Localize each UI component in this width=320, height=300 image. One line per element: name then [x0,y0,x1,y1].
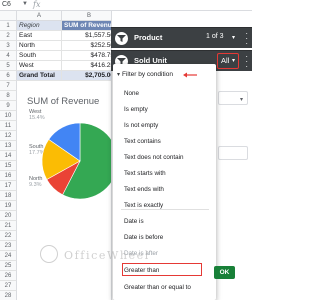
row-header[interactable]: 6 [0,71,17,81]
filter-status[interactable]: All [221,56,229,65]
filter-icon [115,32,128,45]
row-header[interactable]: 11 [0,121,17,131]
pie-chart-canvas [41,122,117,200]
row-header[interactable]: 10 [0,111,17,121]
condition-option[interactable]: Text ends with [124,186,164,193]
cell-region[interactable]: South [17,51,62,61]
panel-input[interactable] [218,146,248,160]
more-vert-icon[interactable]: · · · [245,53,248,71]
row-header[interactable]: 19 [0,201,17,211]
cell-sum[interactable]: $1,557.50 [62,31,117,41]
row-header[interactable]: 2 [0,31,17,41]
watermark: OfficeWheel [64,249,150,262]
filter-row-product[interactable]: Product 1 of 3 ▾ · · · [111,27,252,48]
row-header[interactable]: 7 [0,81,17,91]
condition-option[interactable]: Text starts with [124,170,166,177]
cell-sum[interactable]: $478.75 [62,51,117,61]
condition-option[interactable]: Text contains [124,138,161,145]
filter-name: Product [134,33,163,42]
cell-sum[interactable]: $252.50 [62,41,117,51]
chevron-down-icon[interactable]: ▾ [232,34,235,41]
row-header[interactable]: 20 [0,211,17,221]
row-header[interactable]: 27 [0,281,17,291]
row-header[interactable]: 9 [0,101,17,111]
menu-divider [121,209,209,210]
header-region[interactable]: Region [17,21,62,31]
select-all-corner[interactable] [0,11,17,21]
row-header[interactable]: 3 [0,41,17,51]
watermark-logo-icon [40,245,58,263]
condition-option[interactable]: Date is [124,218,144,225]
cell-region[interactable]: North [17,41,62,51]
condition-option[interactable]: Is empty [124,106,148,113]
condition-option[interactable]: Date is before [124,234,163,241]
more-vert-icon[interactable]: · · · [245,30,248,48]
row-header[interactable]: 12 [0,131,17,141]
collapse-triangle-icon: ▾ [117,72,121,78]
ok-button[interactable]: OK [214,266,235,279]
condition-option[interactable]: Greater than or equal to [124,284,191,291]
row-header[interactable]: 16 [0,171,17,181]
row-header[interactable]: 28 [0,291,17,300]
condition-option[interactable]: Is not empty [124,122,158,129]
pie-chart[interactable]: SUM of Revenue West 15.4% South 17.7% No… [17,91,117,231]
row-header[interactable]: 17 [0,181,17,191]
chevron-down-icon[interactable]: ▼ [22,1,28,7]
row-header[interactable]: 18 [0,191,17,201]
chevron-down-icon[interactable]: ▾ [240,96,243,103]
filter-status[interactable]: 1 of 3 [206,33,224,40]
condition-option[interactable]: None [124,90,139,97]
row-header[interactable]: 1 [0,21,17,31]
condition-option[interactable]: Text is exactly [124,202,163,209]
row-header[interactable]: 24 [0,251,17,261]
row-header[interactable]: 15 [0,161,17,171]
cell-region[interactable]: West [17,61,62,71]
grand-total-value[interactable]: $2,705.00 [62,71,117,81]
grand-total-label[interactable]: Grand Total [17,71,62,81]
arrow-left-icon [183,72,197,78]
row-header[interactable]: 26 [0,271,17,281]
row-header[interactable]: 25 [0,261,17,271]
row-header[interactable]: 14 [0,151,17,161]
formula-bar: C6 ▼ fx [0,0,252,11]
header-sum-revenue[interactable]: SUM of Revenue [62,21,117,31]
row-header[interactable]: 22 [0,231,17,241]
row-header[interactable]: 23 [0,241,17,251]
option-highlight-box [122,263,202,276]
row-header[interactable]: 8 [0,91,17,101]
cell-sum[interactable]: $416.25 [62,61,117,71]
panel-input[interactable] [218,91,248,105]
cell-reference[interactable]: C6 [2,1,11,8]
row-header[interactable]: 4 [0,51,17,61]
chevron-down-icon[interactable]: ▾ [232,57,235,64]
row-header[interactable]: 21 [0,221,17,231]
column-header-b[interactable]: B [62,11,117,21]
row-header[interactable]: 13 [0,141,17,151]
cell-region[interactable]: East [17,31,62,41]
filter-by-condition-header[interactable]: ▾ Filter by condition [117,71,173,78]
header-label: Filter by condition [122,71,173,78]
condition-option[interactable]: Text does not contain [124,154,184,161]
column-header-a[interactable]: A [17,11,62,21]
fx-icon: fx [33,0,41,9]
condition-dropdown: ▾ Filter by condition None Is empty Is not … [113,64,216,300]
row-header[interactable]: 5 [0,61,17,71]
